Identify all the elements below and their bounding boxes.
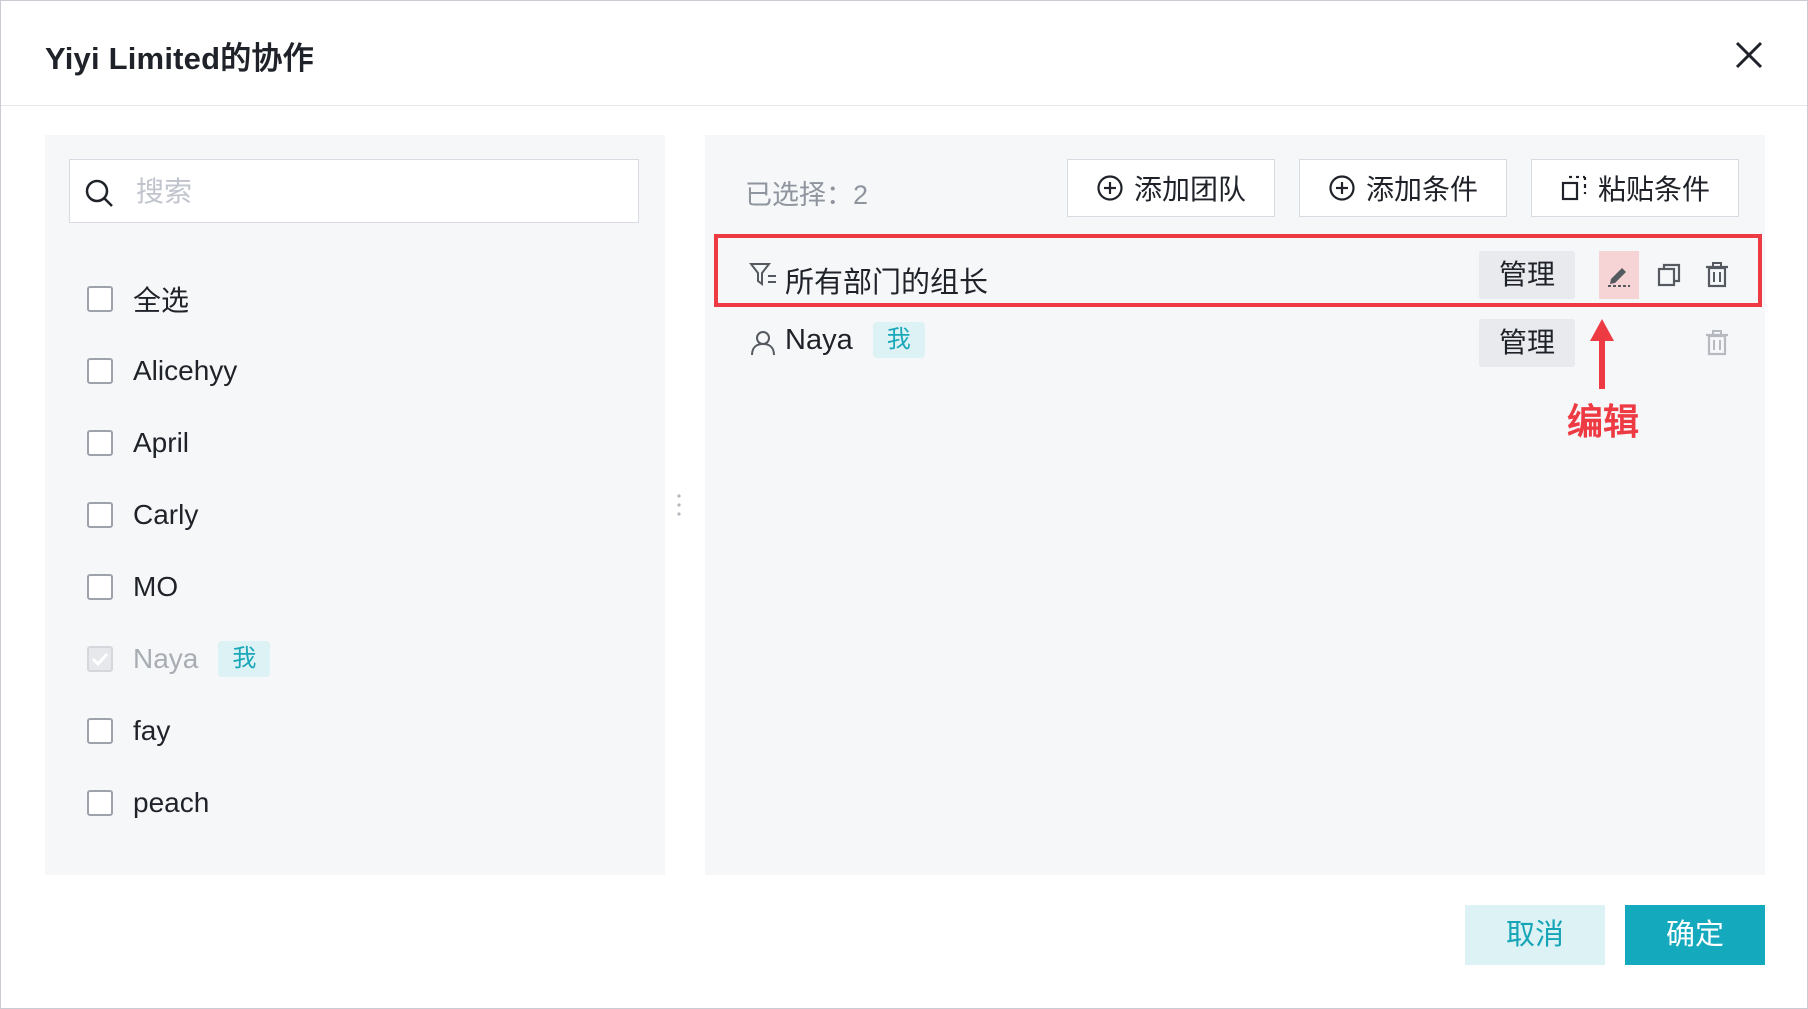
checkbox[interactable]: [87, 718, 113, 744]
annotation-arrow-icon: [1590, 319, 1614, 389]
dialog-title: Yiyi Limited的协作: [45, 41, 314, 76]
member-label: Alicehyy: [133, 355, 238, 386]
duplicate-button[interactable]: [1649, 251, 1689, 299]
member-picker-panel: 全选 Alicehyy April Carly MO: [45, 135, 665, 875]
delete-button-disabled: [1697, 319, 1737, 367]
copy-icon: [1657, 263, 1681, 287]
search-icon: [85, 179, 113, 207]
paste-icon: [1561, 175, 1587, 201]
checkbox[interactable]: [87, 430, 113, 456]
trash-icon: [1706, 330, 1728, 356]
manage-button[interactable]: 管理: [1479, 251, 1575, 299]
checkbox[interactable]: [87, 358, 113, 384]
condition-label: 所有部门的组长: [785, 267, 989, 299]
panel-resize-handle[interactable]: [677, 493, 681, 517]
member-item: Naya 我: [87, 623, 271, 695]
close-icon: [1735, 41, 1763, 69]
member-label: peach: [133, 787, 210, 818]
search-box[interactable]: [69, 159, 639, 223]
edit-icon: [1608, 268, 1630, 287]
member-label: April: [133, 427, 190, 458]
member-list: 全选 Alicehyy April Carly MO Naya 我 fay pe…: [87, 263, 271, 839]
member-label: MO: [133, 571, 179, 602]
checkbox-checked-disabled: [87, 646, 113, 672]
delete-button[interactable]: [1697, 251, 1737, 299]
add-condition-button[interactable]: 添加条件: [1299, 159, 1507, 217]
paste-condition-button[interactable]: 粘贴条件: [1531, 159, 1739, 217]
add-condition-label: 添加条件: [1365, 174, 1478, 205]
user-label-group: Naya 我: [785, 322, 925, 358]
user-icon: [751, 331, 775, 356]
selected-count: 已选择：2: [745, 180, 869, 210]
me-badge: 我: [218, 641, 271, 677]
checkbox[interactable]: [87, 286, 113, 312]
paste-condition-label: 粘贴条件: [1597, 174, 1710, 205]
checkbox[interactable]: [87, 502, 113, 528]
member-item[interactable]: Alicehyy: [87, 335, 270, 407]
drag-handle-icon: [677, 494, 681, 516]
manage-button[interactable]: 管理: [1479, 319, 1575, 367]
checkbox[interactable]: [87, 574, 113, 600]
member-label: Carly: [133, 499, 199, 530]
dialog-header: Yiyi Limited的协作: [1, 1, 1807, 106]
search-input[interactable]: [134, 170, 618, 214]
edit-button[interactable]: [1599, 251, 1639, 299]
annotation-label: 编辑: [1567, 401, 1640, 442]
member-item-select-all[interactable]: 全选: [87, 263, 270, 335]
checkbox[interactable]: [87, 790, 113, 816]
selected-row-condition: 所有部门的组长 管理: [715, 239, 1755, 311]
close-button[interactable]: [1731, 37, 1767, 73]
user-label: Naya: [785, 323, 853, 356]
me-badge: 我: [872, 322, 925, 358]
member-label: Naya: [133, 643, 199, 674]
member-label: 全选: [133, 285, 190, 316]
plus-circle-icon: [1329, 175, 1355, 201]
filter-icon: [749, 263, 776, 286]
cancel-button[interactable]: 取消: [1465, 905, 1605, 965]
trash-icon: [1706, 262, 1728, 288]
add-team-button[interactable]: 添加团队: [1067, 159, 1275, 217]
plus-circle-icon: [1097, 175, 1123, 201]
collaboration-dialog: Yiyi Limited的协作 全选 Alicehyy: [0, 0, 1808, 1009]
member-item[interactable]: Carly: [87, 479, 270, 551]
member-label: fay: [133, 715, 171, 746]
member-item[interactable]: April: [87, 407, 270, 479]
confirm-button[interactable]: 确定: [1625, 905, 1765, 965]
member-item[interactable]: MO: [87, 551, 270, 623]
check-icon: [91, 652, 109, 667]
selected-panel: 已选择：2 添加团队 添加条件 粘贴条件 所有部门的组长 管理 Naya 我 管…: [705, 135, 1765, 875]
add-team-label: 添加团队: [1133, 174, 1246, 205]
member-item[interactable]: peach: [87, 767, 270, 839]
member-item[interactable]: fay: [87, 695, 270, 767]
